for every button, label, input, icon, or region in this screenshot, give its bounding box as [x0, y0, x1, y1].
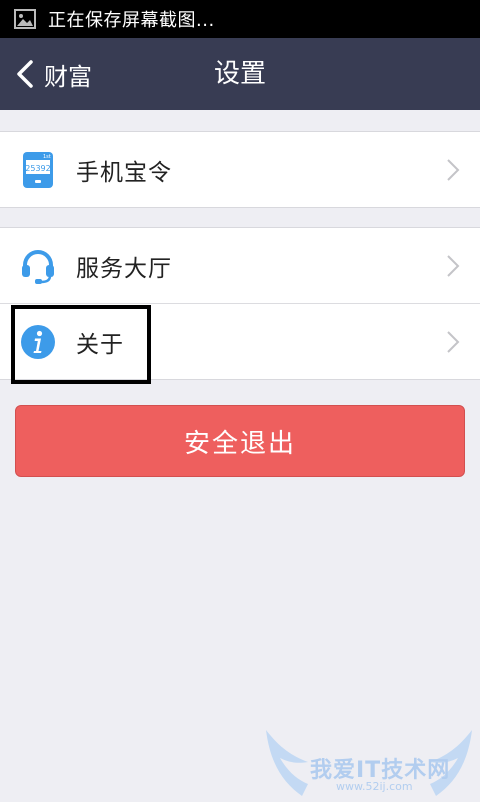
settings-row-mobile-token[interactable]: 25392 1st 手机宝令 [0, 132, 480, 207]
image-icon [14, 9, 36, 29]
chevron-right-icon [447, 331, 460, 353]
settings-row-about[interactable]: 关于 [0, 303, 480, 379]
headset-icon [18, 246, 58, 286]
chevron-right-icon [447, 159, 460, 181]
watermark-url: www.52ij.com [336, 780, 413, 793]
nav-bar: 财富 设置 [0, 38, 480, 110]
settings-group-security: 25392 1st 手机宝令 [0, 131, 480, 208]
watermark: 我爱IT技术网 www.52ij.com [262, 722, 476, 798]
chevron-right-icon [447, 255, 460, 277]
token-code: 25392 [25, 164, 50, 173]
chevron-left-icon [17, 60, 33, 88]
notification-text: 正在保存屏幕截图... [48, 10, 215, 31]
token-device-icon: 25392 1st [18, 150, 58, 190]
logout-button[interactable]: 安全退出 [15, 405, 465, 477]
back-button[interactable]: 财富 [14, 52, 92, 96]
token-tag: 1st [43, 154, 51, 160]
settings-row-label: 手机宝令 [76, 159, 172, 186]
settings-row-service-hall[interactable]: 服务大厅 [0, 228, 480, 303]
info-icon [18, 322, 58, 362]
back-label: 财富 [44, 62, 92, 91]
settings-group-general: 服务大厅 关于 [0, 227, 480, 380]
status-bar: 正在保存屏幕截图... [0, 0, 480, 38]
settings-row-label: 关于 [76, 331, 124, 358]
settings-row-label: 服务大厅 [76, 255, 172, 282]
